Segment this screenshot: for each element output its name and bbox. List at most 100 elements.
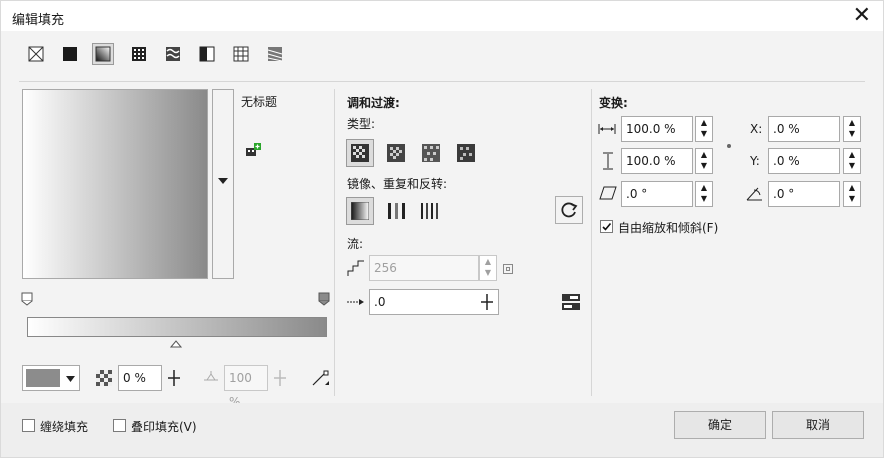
bitmap-pattern-fill-button[interactable] (163, 44, 183, 64)
no-fill-button[interactable] (26, 44, 46, 64)
wrap-fill-checkbox[interactable] (22, 419, 35, 432)
repeat-fill-icon (421, 203, 438, 219)
transform-heading: 变换: (599, 96, 628, 110)
acceleration-slider-button[interactable] (479, 293, 495, 311)
smooth-transition-icon (562, 294, 580, 310)
repeat-fill-button[interactable] (420, 202, 442, 220)
texture-fill-icon (233, 46, 249, 62)
two-color-pattern-icon (199, 46, 215, 62)
x-label: X: (750, 122, 763, 136)
steps-input[interactable]: 256 (369, 255, 479, 281)
slider-icon (274, 370, 286, 386)
mirror-label: 镜像、重复和反转: (347, 177, 448, 191)
x-offset-spinner[interactable]: ▲ ▼ (843, 116, 861, 142)
gradient-slider-fill (28, 318, 326, 336)
elliptical-gradient-icon (387, 144, 405, 162)
steps-icon (347, 259, 365, 277)
add-preset-button[interactable] (245, 143, 261, 159)
rectangular-gradient-button[interactable] (457, 144, 475, 162)
cancel-button[interactable]: 取消 (772, 411, 864, 439)
mirror-fill-icon (388, 203, 405, 219)
title-bar: 编辑填充 ✕ (1, 1, 883, 31)
conical-gradient-icon (422, 144, 440, 162)
blend-heading: 调和过渡: (347, 96, 400, 110)
uniform-fill-button[interactable] (60, 44, 80, 64)
ok-button[interactable]: 确定 (674, 411, 766, 439)
midpoint-marker[interactable] (169, 337, 183, 348)
steps-spinner[interactable]: ▲ ▼ (479, 255, 497, 281)
rotate-input[interactable]: .0 ° (768, 181, 840, 207)
wrap-fill-label: 缠绕填充 (40, 420, 89, 434)
eyedropper-button[interactable] (309, 367, 331, 389)
transparency-icon (96, 370, 112, 386)
postscript-fill-button[interactable] (265, 44, 285, 64)
mirror-fill-button[interactable] (387, 202, 407, 220)
y-label: Y: (750, 154, 760, 168)
dialog-title: 编辑填充 (12, 13, 65, 28)
reverse-fill-button[interactable] (555, 196, 583, 224)
blend-type-label: 类型: (347, 117, 376, 131)
section-divider (591, 89, 592, 396)
fill-name-label: 无标题 (241, 95, 278, 109)
proportion-lock-dot[interactable] (727, 144, 731, 148)
slider-icon (168, 370, 180, 386)
slider-icon (481, 294, 493, 310)
skew-input[interactable]: .0 ° (621, 181, 693, 207)
fountain-fill-icon (95, 46, 111, 62)
skew-spinner[interactable]: ▲ ▼ (695, 181, 713, 207)
edit-fill-dialog: 编辑填充 ✕ 无标题 0 % 100 % 调和过渡: 类型: 镜像、重复和反转:… (0, 0, 884, 458)
vector-pattern-fill-button[interactable] (129, 44, 149, 64)
midpoint-triangle-icon (169, 340, 183, 348)
toolbar-divider (19, 81, 865, 82)
linear-gradient-icon (351, 144, 369, 162)
two-color-pattern-fill-button[interactable] (197, 44, 217, 64)
y-offset-spinner[interactable]: ▲ ▼ (843, 148, 861, 174)
eyedropper-icon (312, 370, 329, 386)
elliptical-gradient-button[interactable] (387, 144, 405, 162)
node-color-swatch (26, 369, 60, 387)
conical-gradient-button[interactable] (422, 144, 440, 162)
free-scale-checkbox[interactable] (600, 220, 613, 233)
reverse-icon (561, 202, 578, 218)
transparency-slider-button[interactable] (166, 369, 182, 387)
node-color-picker[interactable] (22, 365, 80, 391)
postscript-fill-icon (267, 47, 283, 62)
free-scale-label: 自由缩放和倾斜(F) (618, 221, 719, 235)
texture-fill-button[interactable] (231, 44, 251, 64)
node-position-icon (202, 369, 220, 387)
fill-width-spinner[interactable]: ▲ ▼ (695, 116, 713, 142)
gradient-preview-fill (23, 90, 207, 278)
node-transparency-input[interactable]: 0 % (118, 365, 162, 391)
smooth-transition-button[interactable] (561, 293, 581, 311)
node-marker-icon (21, 292, 33, 306)
fill-width-input[interactable]: 100.0 % (621, 116, 693, 142)
default-fill-icon (350, 201, 370, 221)
rotate-spinner[interactable]: ▲ ▼ (843, 181, 861, 207)
uniform-fill-icon (63, 47, 77, 61)
chevron-down-icon (218, 178, 228, 184)
position-slider-button[interactable] (272, 369, 288, 387)
steps-lock-button[interactable] (503, 264, 513, 274)
no-fill-icon (28, 46, 44, 62)
flow-label: 流: (347, 237, 364, 251)
close-icon[interactable]: ✕ (853, 3, 871, 29)
fountain-fill-button[interactable] (92, 43, 114, 65)
fill-height-spinner[interactable]: ▲ ▼ (695, 148, 713, 174)
vector-pattern-icon (132, 47, 146, 61)
rectangular-gradient-icon (457, 144, 475, 162)
default-fill-button[interactable] (346, 197, 374, 225)
add-preset-icon (246, 143, 261, 156)
overprint-checkbox[interactable] (113, 419, 126, 432)
node-position-input[interactable]: 100 % (224, 365, 268, 409)
fill-height-input[interactable]: 100.0 % (621, 148, 693, 174)
preset-dropdown[interactable] (212, 89, 234, 279)
acceleration-icon (347, 296, 365, 306)
end-node-marker[interactable] (318, 292, 330, 306)
linear-gradient-button[interactable] (346, 139, 374, 167)
y-offset-input[interactable]: .0 % (768, 148, 840, 174)
skew-icon (599, 185, 617, 201)
width-icon (598, 123, 616, 135)
gradient-slider-bar[interactable] (27, 317, 327, 337)
x-offset-input[interactable]: .0 % (768, 116, 840, 142)
start-node-marker[interactable] (21, 292, 33, 306)
